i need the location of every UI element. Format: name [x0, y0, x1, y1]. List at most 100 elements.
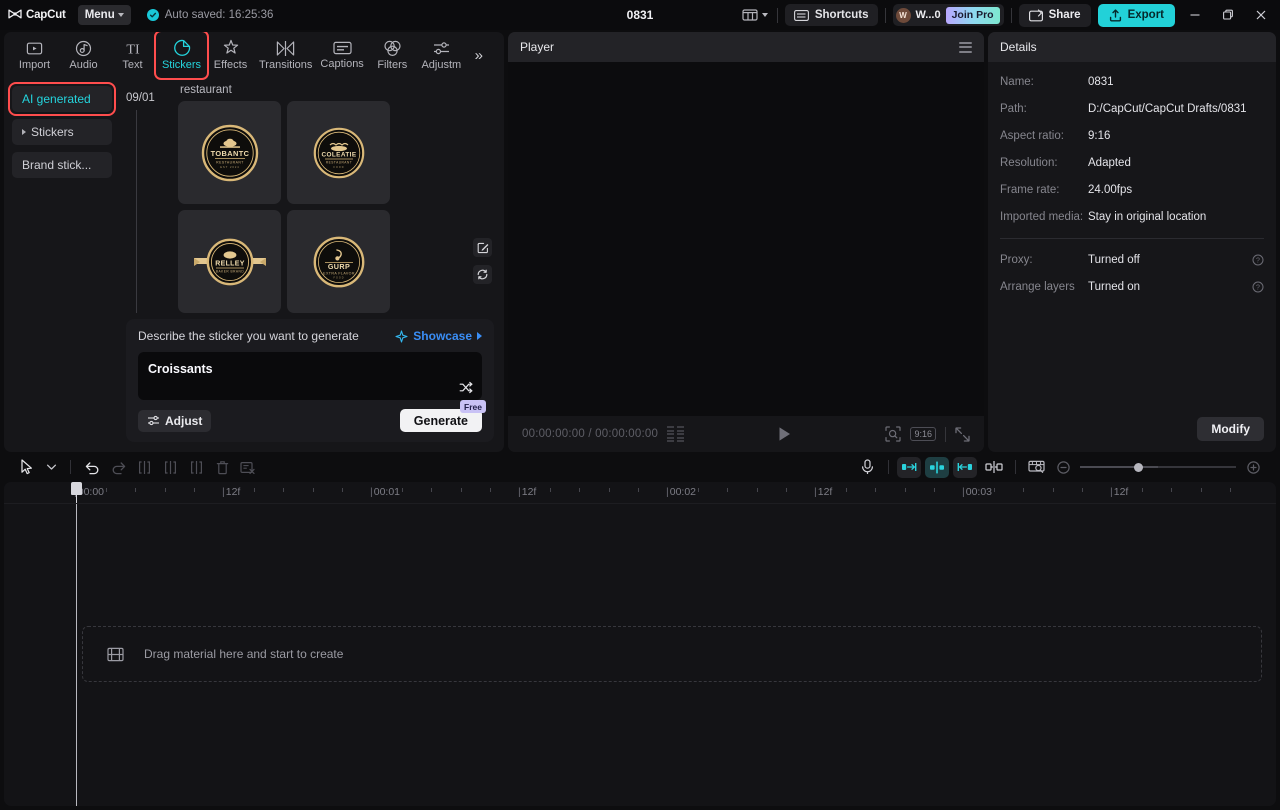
ruler-tick: [283, 488, 285, 492]
sticker-thumbnail[interactable]: COLEATIE RESTAURANT FOOD: [287, 101, 390, 204]
split-button[interactable]: [131, 454, 157, 480]
category-label: Stickers: [31, 125, 74, 139]
tab-stickers[interactable]: Stickers: [154, 32, 209, 80]
shortcuts-button[interactable]: Shortcuts: [784, 4, 878, 26]
generated-scroll[interactable]: 09/01 restaurant TOBANTC RESTAURANT EST …: [120, 78, 504, 313]
snap-left-button[interactable]: [897, 456, 921, 478]
info-icon[interactable]: ?: [1252, 281, 1264, 293]
tab-captions[interactable]: Captions: [316, 34, 367, 76]
user-account-chip[interactable]: W W...0 Join Pro: [892, 4, 1004, 26]
player-header: Player: [508, 32, 984, 62]
tab-effects[interactable]: Effects: [206, 34, 255, 76]
fullscreen-icon[interactable]: [955, 426, 970, 442]
tab-label: Audio: [69, 58, 98, 71]
select-tool-button[interactable]: [14, 454, 40, 480]
player-view-controls: 9:16: [885, 426, 970, 442]
chevron-right-icon: [477, 332, 482, 340]
prompt-title: Describe the sticker you want to generat…: [138, 329, 359, 343]
info-icon[interactable]: ?: [1252, 254, 1264, 266]
zoom-slider-knob[interactable]: [1134, 462, 1143, 472]
zoom-in-button[interactable]: [1240, 454, 1266, 480]
category-stickers[interactable]: Stickers: [12, 119, 112, 145]
details-row: Frame rate: 24.00fps: [1000, 184, 1264, 196]
refresh-icon[interactable]: [473, 265, 492, 284]
playhead[interactable]: [71, 482, 82, 503]
tab-label: Import: [18, 58, 51, 71]
details-value: 0831: [1088, 76, 1114, 88]
filters-icon: [383, 40, 402, 57]
svg-text:?: ?: [1256, 285, 1260, 292]
ruler-label: 12f: [518, 486, 537, 498]
timeline-canvas[interactable]: 00:0012f00:0112f00:0212f00:0312f Drag ma…: [4, 482, 1276, 806]
adjust-button[interactable]: Adjust: [138, 409, 212, 432]
showcase-link[interactable]: Showcase: [395, 329, 482, 343]
details-row: Aspect ratio: 9:16: [1000, 130, 1264, 142]
snap-right-button[interactable]: [953, 456, 977, 478]
join-pro-button[interactable]: Join Pro: [945, 6, 1000, 24]
tab-label: Text: [122, 58, 143, 71]
redo-button[interactable]: [105, 454, 131, 480]
zoom-slider[interactable]: [1080, 462, 1236, 472]
aspect-ratio-chip[interactable]: 9:16: [910, 427, 936, 441]
ruler-tick: [342, 488, 344, 492]
tab-label: Effects: [213, 59, 248, 71]
category-brand-stickers[interactable]: Brand stick...: [12, 152, 112, 178]
details-value: 9:16: [1088, 130, 1111, 142]
category-ai-generated[interactable]: AI generated: [8, 82, 116, 116]
select-tool-dropdown[interactable]: [40, 454, 62, 480]
snap-center-button[interactable]: [925, 456, 949, 478]
export-button[interactable]: Export: [1097, 3, 1175, 27]
zoom-out-button[interactable]: [1050, 454, 1076, 480]
tab-filters[interactable]: Filters: [368, 34, 417, 76]
player-stage[interactable]: [508, 62, 984, 416]
details-label: Imported media:: [1000, 211, 1084, 223]
playhead-line: [76, 504, 77, 806]
modify-button[interactable]: Modify: [1197, 417, 1264, 441]
record-button[interactable]: [854, 454, 880, 480]
preview-panel-button[interactable]: [1024, 454, 1050, 480]
svg-text:RELLEY: RELLEY: [215, 260, 244, 267]
generated-group: 09/01 restaurant TOBANTC RESTAURANT EST …: [120, 84, 504, 313]
trim-left-button[interactable]: [157, 454, 183, 480]
shuffle-icon[interactable]: [459, 381, 473, 394]
timeline-dropzone[interactable]: Drag material here and start to create: [82, 626, 1262, 682]
sticker-thumbnail[interactable]: RELLEY BAKER BRAND: [178, 210, 281, 313]
ruler-tick: [194, 488, 196, 492]
trim-right-button[interactable]: [183, 454, 209, 480]
edit-icon[interactable]: [473, 238, 492, 257]
tab-transitions[interactable]: Transitions: [255, 34, 316, 76]
timeline-toolbar: [4, 452, 1276, 482]
delete-button[interactable]: [209, 454, 235, 480]
maximize-button[interactable]: [1215, 2, 1241, 28]
play-button[interactable]: [777, 426, 792, 442]
tab-text[interactable]: TI Text: [108, 34, 157, 76]
sticker-thumbnail[interactable]: TOBANTC RESTAURANT EST 2024: [178, 101, 281, 204]
library-tabbar: Import Audio TI Text Stickers Effects Tr…: [4, 32, 504, 80]
split-view-button[interactable]: [981, 454, 1007, 480]
tab-import[interactable]: Import: [10, 34, 59, 76]
magnify-icon[interactable]: [885, 426, 902, 442]
close-button[interactable]: [1248, 2, 1274, 28]
generated-set-name: restaurant: [180, 84, 232, 96]
minimize-button[interactable]: [1182, 2, 1208, 28]
tab-audio[interactable]: Audio: [59, 34, 108, 76]
prompt-input[interactable]: Croissants: [138, 352, 482, 400]
menu-button[interactable]: Menu: [77, 5, 131, 25]
clear-button[interactable]: [235, 454, 261, 480]
zoom-slider-track-remainder[interactable]: [1158, 466, 1236, 468]
share-button[interactable]: Share: [1018, 3, 1091, 27]
chevron-down-icon: [117, 13, 124, 17]
playhead-grip[interactable]: [71, 482, 82, 495]
divider: [888, 460, 889, 474]
ruler-tick: [401, 488, 403, 492]
tab-adjustment[interactable]: Adjustm: [417, 34, 466, 76]
audio-icon: [75, 40, 92, 57]
undo-button[interactable]: [79, 454, 105, 480]
more-tabs-button[interactable]: »: [468, 34, 490, 76]
zoom-slider-track[interactable]: [1080, 462, 1158, 472]
timeline-ruler[interactable]: 00:0012f00:0112f00:0212f00:0312f: [4, 482, 1276, 504]
timeline-tracks[interactable]: Drag material here and start to create: [4, 504, 1276, 806]
hamburger-icon[interactable]: [959, 41, 972, 53]
sticker-thumbnail[interactable]: GURP EXTRA FLAVOR FOOD: [287, 210, 390, 313]
layout-button[interactable]: [740, 6, 770, 24]
